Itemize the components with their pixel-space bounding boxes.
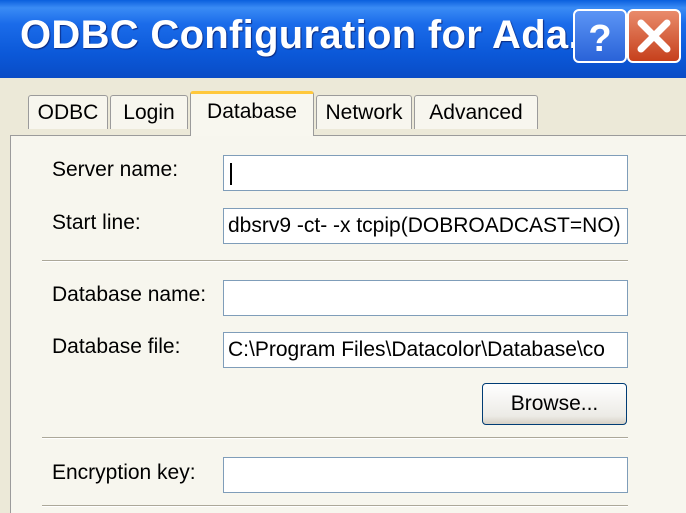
- help-button[interactable]: ?: [573, 9, 627, 63]
- database-name-input[interactable]: [223, 280, 628, 316]
- start-line-input[interactable]: dbsrv9 -ct- -x tcpip(DOBROADCAST=NO): [223, 208, 628, 244]
- browse-button[interactable]: Browse...: [482, 383, 627, 425]
- tab-login[interactable]: Login: [110, 95, 188, 129]
- encryption-key-label: Encryption key:: [52, 461, 196, 484]
- tab-advanced[interactable]: Advanced: [414, 95, 538, 129]
- tab-odbc[interactable]: ODBC: [28, 95, 108, 129]
- tab-database[interactable]: Database: [190, 91, 314, 136]
- separator: [42, 505, 628, 507]
- tab-network[interactable]: Network: [316, 95, 412, 129]
- separator: [42, 437, 628, 439]
- start-line-label: Start line:: [52, 211, 141, 234]
- database-file-input[interactable]: C:\Program Files\Datacolor\Database\co: [223, 332, 628, 368]
- dialog-window: ODBC Configuration for Ada... ? ODBC Log…: [0, 0, 686, 513]
- tab-strip: ODBC Login Database Network Advanced: [0, 78, 686, 138]
- database-name-label: Database name:: [52, 283, 207, 306]
- close-icon: [637, 19, 671, 53]
- help-icon: ?: [588, 18, 611, 60]
- svg-text:?: ?: [588, 18, 611, 60]
- server-name-input[interactable]: [223, 155, 628, 191]
- text-caret: [230, 163, 232, 185]
- separator: [42, 260, 628, 262]
- window-title: ODBC Configuration for Ada...: [20, 13, 603, 57]
- close-button[interactable]: [627, 9, 681, 63]
- encryption-key-input[interactable]: [223, 457, 628, 493]
- server-name-label: Server name:: [52, 158, 179, 181]
- title-bar[interactable]: ODBC Configuration for Ada... ?: [0, 0, 686, 78]
- database-file-label: Database file:: [52, 335, 181, 358]
